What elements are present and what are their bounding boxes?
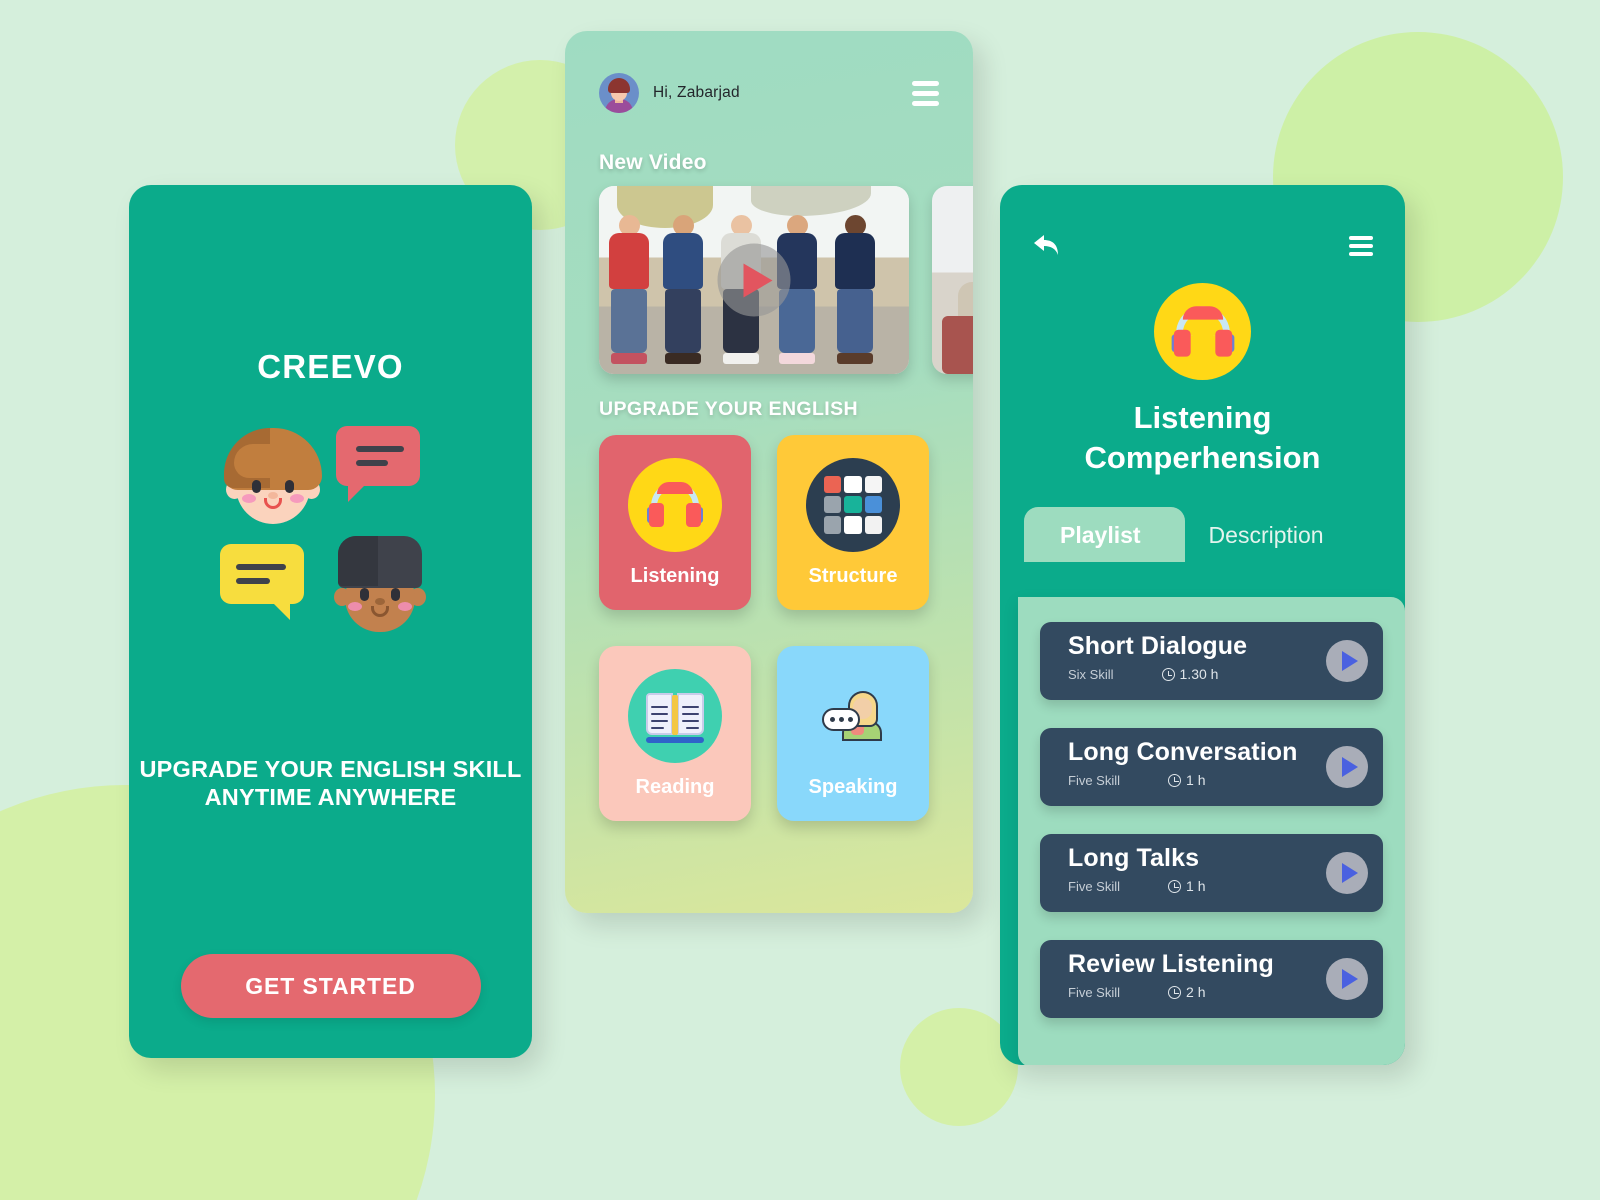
track-item[interactable]: Short Dialogue Six Skill 1.30 h bbox=[1040, 622, 1383, 700]
user-avatar[interactable] bbox=[599, 73, 639, 113]
video-thumbnail-secondary[interactable] bbox=[932, 186, 973, 374]
clock-icon bbox=[1168, 773, 1182, 787]
play-icon[interactable] bbox=[1326, 640, 1368, 682]
play-icon[interactable] bbox=[1326, 958, 1368, 1000]
tagline-line-2: ANYTIME ANYWHERE bbox=[204, 783, 457, 810]
detail-title-line-1: Listening bbox=[1133, 400, 1272, 435]
category-card-speaking[interactable]: Speaking bbox=[777, 646, 929, 821]
track-duration-text: 2 h bbox=[1186, 984, 1206, 1000]
rubiks-cube-icon bbox=[806, 457, 900, 552]
track-duration: 1 h bbox=[1168, 878, 1205, 894]
brand-title: CREEVO bbox=[257, 348, 404, 385]
category-label: Reading bbox=[635, 775, 715, 798]
play-icon[interactable] bbox=[1326, 746, 1368, 788]
clock-icon bbox=[1161, 667, 1175, 681]
home-screen: Hi, Zabarjad New Video UPGRADE YOUR ENGL… bbox=[565, 31, 973, 913]
track-title: Long Conversation bbox=[1068, 738, 1298, 766]
category-grid-row-2: Reading Speaking bbox=[599, 646, 939, 821]
track-item[interactable]: Long Talks Five Skill 1 h bbox=[1040, 834, 1383, 912]
home-topbar: Hi, Zabarjad bbox=[599, 73, 939, 113]
track-subtitle: Five Skill bbox=[1068, 984, 1121, 1000]
get-started-button[interactable]: GET STARTED bbox=[180, 954, 481, 1019]
speaking-person-icon bbox=[806, 669, 900, 763]
onboarding-screen: CREEVO UPGRADE YOUR ENGLISH SKILL ANYTIM… bbox=[129, 185, 532, 1058]
track-title: Short Dialogue bbox=[1068, 632, 1248, 660]
track-subtitle: Six Skill bbox=[1068, 666, 1114, 682]
onboarding-illustration bbox=[216, 424, 446, 644]
category-grid-row-1: Listening Structure bbox=[599, 435, 939, 610]
hamburger-icon[interactable] bbox=[912, 80, 939, 106]
track-duration-text: 1 h bbox=[1186, 878, 1206, 894]
tab-description[interactable]: Description bbox=[1185, 512, 1336, 562]
clock-icon bbox=[1168, 879, 1182, 893]
greeting-text: Hi, Zabarjad bbox=[653, 84, 740, 101]
track-meta: Five Skill 1 h bbox=[1068, 878, 1365, 894]
listening-detail-screen: Listening Comperhension Playlist Descrip… bbox=[1000, 185, 1405, 1065]
track-title: Review Listening bbox=[1068, 950, 1274, 978]
track-subtitle: Five Skill bbox=[1068, 772, 1121, 788]
upgrade-section-label: UPGRADE YOUR ENGLISH bbox=[599, 398, 859, 420]
track-item[interactable]: Long Conversation Five Skill 1 h bbox=[1040, 728, 1383, 806]
video-thumbnail-primary[interactable] bbox=[599, 186, 909, 374]
track-duration-text: 1.30 h bbox=[1179, 666, 1219, 682]
headphones-icon bbox=[1154, 283, 1251, 380]
speech-bubble-yellow-icon bbox=[219, 544, 304, 620]
detail-title-line-2: Comperhension bbox=[1084, 439, 1321, 475]
track-meta: Five Skill 1 h bbox=[1068, 772, 1365, 788]
tab-playlist[interactable]: Playlist bbox=[1024, 507, 1185, 563]
track-duration: 1.30 h bbox=[1161, 666, 1219, 682]
new-video-label: New Video bbox=[599, 151, 707, 174]
category-card-structure[interactable]: Structure bbox=[777, 435, 929, 610]
play-icon[interactable] bbox=[717, 243, 791, 317]
track-duration: 1 h bbox=[1168, 772, 1205, 788]
category-label: Speaking bbox=[808, 775, 898, 798]
track-meta: Five Skill 2 h bbox=[1068, 984, 1365, 1000]
category-label: Structure bbox=[808, 564, 898, 587]
category-label: Listening bbox=[630, 564, 720, 587]
track-subtitle: Five Skill bbox=[1068, 878, 1121, 894]
open-book-icon bbox=[628, 668, 722, 763]
playlist-panel: Short Dialogue Six Skill 1.30 h Long Con… bbox=[1018, 597, 1405, 1065]
play-icon[interactable] bbox=[1326, 852, 1368, 894]
boy-face-icon bbox=[223, 428, 322, 526]
category-card-listening[interactable]: Listening bbox=[599, 435, 751, 610]
track-duration-text: 1 h bbox=[1186, 772, 1206, 788]
detail-title: Listening Comperhension bbox=[1085, 398, 1321, 477]
speech-bubble-red-icon bbox=[335, 426, 420, 502]
video-carousel[interactable] bbox=[599, 186, 973, 374]
tagline-line-1: UPGRADE YOUR ENGLISH SKILL bbox=[139, 756, 522, 782]
track-meta: Six Skill 1.30 h bbox=[1068, 666, 1365, 682]
detail-hero: Listening Comperhension bbox=[1000, 283, 1405, 477]
girl-face-icon bbox=[333, 536, 426, 632]
track-duration: 2 h bbox=[1168, 984, 1205, 1000]
headphones-icon bbox=[628, 457, 722, 552]
category-card-reading[interactable]: Reading bbox=[599, 646, 751, 821]
onboarding-tagline: UPGRADE YOUR ENGLISH SKILL ANYTIME ANYWH… bbox=[139, 756, 521, 811]
clock-icon bbox=[1168, 985, 1182, 999]
track-item[interactable]: Review Listening Five Skill 2 h bbox=[1040, 940, 1383, 1018]
detail-tabs: Playlist Description bbox=[1000, 507, 1405, 563]
detail-topbar bbox=[1000, 185, 1405, 259]
back-arrow-icon[interactable] bbox=[1032, 233, 1062, 259]
hamburger-icon[interactable] bbox=[1349, 236, 1373, 256]
track-title: Long Talks bbox=[1068, 844, 1200, 872]
